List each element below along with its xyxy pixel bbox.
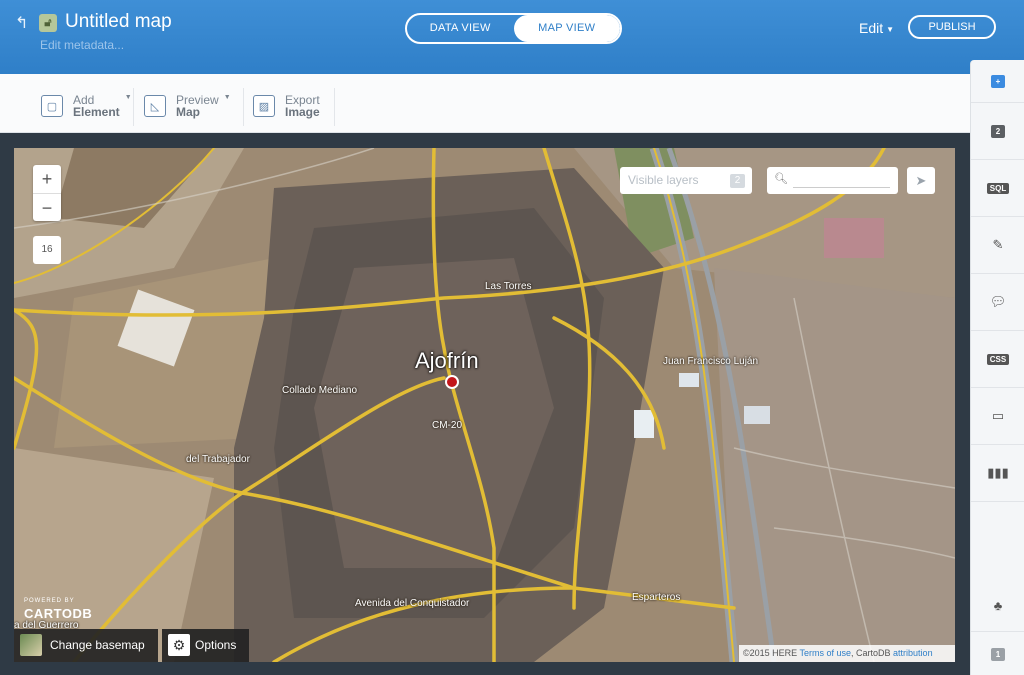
back-arrow-icon[interactable]: ↰ bbox=[15, 13, 28, 33]
options-button[interactable]: ⚙ Options bbox=[162, 629, 249, 662]
preview-label-bottom: Map bbox=[176, 105, 200, 119]
sidebar-filters[interactable]: ▮▮▮ bbox=[971, 445, 1024, 502]
publish-button[interactable]: PUBLISH bbox=[908, 15, 996, 39]
histogram-icon: ▮▮▮ bbox=[987, 465, 1009, 480]
sidebar-add-layer[interactable]: + bbox=[971, 60, 1024, 103]
options-label: Options bbox=[195, 638, 237, 652]
map-label-conquistador: Avenida del Conquistador bbox=[355, 598, 470, 609]
add-dropdown-icon[interactable]: ▼ bbox=[125, 94, 132, 101]
view-toggle: DATA VIEW MAP VIEW bbox=[405, 13, 622, 44]
sidebar-layers[interactable]: 2 bbox=[971, 103, 1024, 160]
legend-icon: ▭ bbox=[991, 408, 1005, 423]
map-attribution: ©2015 HERE Terms of use, CartoDB attribu… bbox=[739, 645, 955, 662]
sidebar-legend[interactable]: ▭ bbox=[971, 388, 1024, 445]
share-location-button[interactable]: ➤ bbox=[907, 167, 935, 194]
toolbar-divider bbox=[334, 88, 335, 126]
zoom-control: + − bbox=[33, 165, 61, 221]
map-label-del-trabajador: del Trabajador bbox=[186, 454, 250, 465]
toolbar-divider bbox=[133, 88, 134, 126]
header-bar: ↰ 🔓︎ Untitled map Edit metadata... DATA … bbox=[0, 0, 1024, 74]
map-label-juan-francisco: Juan Francisco Luján bbox=[663, 356, 759, 367]
map-toolbar: ▢ Add Element ▼ ◺ Preview Map ▼ ▨ Export Im… bbox=[0, 74, 970, 133]
lock-icon[interactable]: 🔓︎ bbox=[39, 14, 57, 32]
sidebar-layer-1[interactable]: 1 bbox=[971, 634, 1024, 675]
add-element-button[interactable]: ▢ Add Element ▼ bbox=[41, 92, 132, 120]
sidebar-css[interactable]: CSS bbox=[971, 331, 1024, 388]
zoom-out-button[interactable]: − bbox=[33, 193, 61, 221]
search-input-line bbox=[793, 187, 890, 188]
attribution-link[interactable]: attribution bbox=[893, 648, 933, 658]
satellite-basemap bbox=[14, 148, 955, 662]
layers-count-badge: 2 bbox=[991, 124, 1005, 138]
paper-plane-icon: ➤ bbox=[915, 173, 927, 188]
sql-icon: SQL bbox=[986, 182, 1010, 194]
map-marker[interactable] bbox=[445, 375, 459, 389]
zoom-in-button[interactable]: + bbox=[33, 165, 61, 193]
map-label-las-torres: Las Torres bbox=[485, 281, 532, 292]
map-search-box[interactable]: 🔍︎ bbox=[767, 167, 898, 194]
gear-icon: ⚙ bbox=[168, 634, 190, 656]
export-image-button[interactable]: ▨ Export Image bbox=[253, 92, 320, 120]
speech-bubble-icon: 💬︎ bbox=[989, 294, 1007, 309]
layer-one-badge: 1 bbox=[991, 648, 1005, 661]
attribution-prefix: ©2015 HERE bbox=[743, 648, 800, 658]
basemap-thumbnail bbox=[20, 634, 42, 656]
edit-metadata-link[interactable]: Edit metadata... bbox=[40, 38, 124, 52]
powered-by-label: POWERED BY bbox=[24, 598, 75, 604]
cartodb-logo: CARTODB bbox=[24, 606, 93, 621]
map-label-collado-mediano: Collado Mediano bbox=[282, 385, 358, 396]
edit-label: Edit bbox=[859, 20, 884, 36]
toolbar-divider bbox=[243, 88, 244, 126]
plus-icon: + bbox=[991, 74, 1005, 88]
tree-icon: ♣ bbox=[993, 598, 1003, 613]
image-icon: ▨ bbox=[253, 95, 275, 117]
export-label-bottom: Image bbox=[285, 105, 320, 119]
search-icon: 🔍︎ bbox=[774, 173, 788, 185]
city-label: Ajofrín bbox=[415, 348, 479, 373]
change-basemap-button[interactable]: Change basemap bbox=[14, 629, 158, 662]
map-title[interactable]: Untitled map bbox=[65, 11, 172, 33]
css-icon: CSS bbox=[986, 353, 1010, 365]
attribution-mid: , CartoDB bbox=[851, 648, 894, 658]
sidebar-infowindow[interactable]: 💬︎ bbox=[971, 274, 1024, 331]
brush-icon: ✎ bbox=[992, 237, 1004, 252]
visible-layers-selector[interactable]: Visible layers 2 bbox=[620, 167, 752, 194]
map-label-cm20: CM-20 bbox=[432, 420, 463, 431]
terms-of-use-link[interactable]: Terms of use bbox=[800, 648, 852, 658]
visible-layers-label: Visible layers bbox=[628, 173, 699, 187]
map-view-tab[interactable]: MAP VIEW bbox=[513, 15, 620, 42]
preview-dropdown-icon[interactable]: ▼ bbox=[224, 94, 231, 101]
add-label-bottom: Element bbox=[73, 105, 120, 119]
zoom-level-indicator: 16 bbox=[33, 236, 61, 264]
map-canvas[interactable]: + − 16 Visible layers 2 🔍︎ ➤ Las Torres … bbox=[14, 148, 955, 662]
add-element-icon: ▢ bbox=[41, 95, 63, 117]
sidebar-sql[interactable]: SQL bbox=[971, 160, 1024, 217]
preview-map-icon: ◺ bbox=[144, 95, 166, 117]
sidebar-wizard[interactable]: ✎ bbox=[971, 217, 1024, 274]
layer-count-badge: 2 bbox=[730, 174, 745, 188]
data-view-tab[interactable]: DATA VIEW bbox=[407, 15, 514, 42]
sidebar-layer-style[interactable]: ♣ bbox=[971, 580, 1024, 632]
caret-down-icon: ▼ bbox=[886, 24, 895, 34]
edit-menu[interactable]: Edit ▼ bbox=[859, 20, 894, 36]
map-label-esparteros: Esparteros bbox=[632, 592, 681, 603]
preview-map-button[interactable]: ◺ Preview Map ▼ bbox=[144, 92, 231, 120]
change-basemap-label: Change basemap bbox=[50, 638, 145, 652]
right-sidebar: + 2 SQL ✎ 💬︎ CSS ▭ ▮▮▮ ♣ 1 bbox=[970, 60, 1024, 675]
